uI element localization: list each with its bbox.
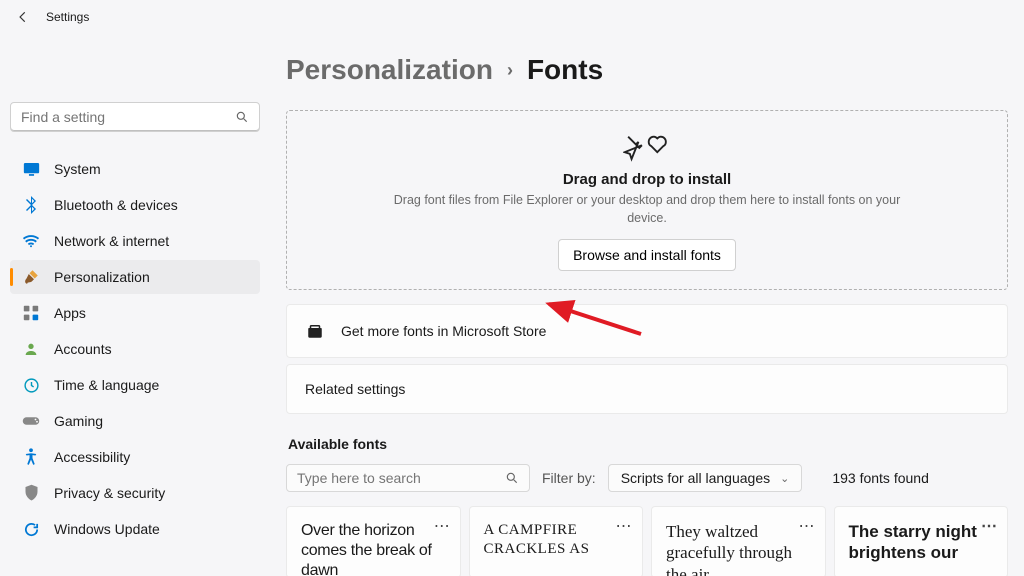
filter-row: Filter by: Scripts for all languages ⌄ 1… — [286, 464, 1008, 492]
sidebar-item-network[interactable]: Network & internet — [10, 224, 260, 258]
font-search[interactable] — [286, 464, 530, 492]
font-card[interactable]: ⋯ A campfire crackles as — [469, 506, 644, 576]
sidebar-item-personalization[interactable]: Personalization — [10, 260, 260, 294]
sidebar: System Bluetooth & devices Network & int… — [0, 30, 270, 576]
wifi-icon — [22, 232, 40, 250]
user-block — [10, 40, 260, 100]
shield-icon — [22, 484, 40, 502]
dropzone-icon — [623, 129, 671, 165]
chevron-right-icon: › — [507, 60, 513, 81]
sidebar-item-label: Bluetooth & devices — [54, 197, 178, 213]
paintbrush-icon — [22, 268, 40, 286]
store-row-label: Get more fonts in Microsoft Store — [341, 323, 546, 339]
more-icon[interactable]: ⋯ — [799, 517, 815, 537]
sidebar-item-label: Accessibility — [54, 449, 130, 465]
sidebar-item-label: System — [54, 161, 101, 177]
font-sample: They waltzed gracefully through the air — [666, 522, 792, 576]
filter-dropdown[interactable]: Scripts for all languages ⌄ — [608, 464, 803, 492]
sidebar-search[interactable] — [10, 102, 260, 132]
font-search-input[interactable] — [297, 470, 505, 486]
more-icon[interactable]: ⋯ — [981, 517, 997, 537]
person-icon — [22, 340, 40, 358]
breadcrumb: Personalization › Fonts — [286, 54, 1008, 86]
sidebar-item-accounts[interactable]: Accounts — [10, 332, 260, 366]
font-card[interactable]: ⋯ The starry night brightens our — [834, 506, 1009, 576]
titlebar: Settings — [0, 0, 1024, 30]
font-card[interactable]: ⋯ Over the horizon comes the break of da… — [286, 506, 461, 576]
sidebar-item-label: Windows Update — [54, 521, 160, 537]
apps-icon — [22, 304, 40, 322]
dropzone-subtitle: Drag font files from File Explorer or yo… — [387, 192, 907, 227]
sidebar-search-input[interactable] — [21, 109, 235, 125]
store-icon — [305, 321, 325, 341]
more-icon[interactable]: ⋯ — [616, 517, 633, 537]
sidebar-item-time[interactable]: Time & language — [10, 368, 260, 402]
filter-value: Scripts for all languages — [621, 470, 770, 486]
font-card[interactable]: ⋯ They waltzed gracefully through the ai… — [651, 506, 826, 576]
dropzone-title: Drag and drop to install — [307, 171, 987, 188]
font-sample: The starry night brightens our — [849, 522, 977, 562]
titlebar-title: Settings — [46, 10, 89, 24]
breadcrumb-current: Fonts — [527, 54, 603, 86]
available-fonts-title: Available fonts — [288, 436, 1008, 452]
browse-fonts-button[interactable]: Browse and install fonts — [558, 239, 736, 271]
sidebar-item-privacy[interactable]: Privacy & security — [10, 476, 260, 510]
search-icon — [235, 110, 249, 124]
font-sample: A campfire crackles as — [484, 522, 590, 557]
gaming-icon — [22, 412, 40, 430]
chevron-down-icon: ⌄ — [780, 472, 789, 485]
sidebar-item-label: Privacy & security — [54, 485, 165, 501]
sidebar-item-label: Apps — [54, 305, 86, 321]
sidebar-item-label: Time & language — [54, 377, 159, 393]
font-sample: Over the horizon comes the break of dawn — [301, 522, 432, 576]
accessibility-icon — [22, 448, 40, 466]
dropzone[interactable]: Drag and drop to install Drag font files… — [286, 110, 1008, 290]
main-content: Personalization › Fonts Drag and drop to… — [270, 30, 1024, 576]
sidebar-item-accessibility[interactable]: Accessibility — [10, 440, 260, 474]
sidebar-item-bluetooth[interactable]: Bluetooth & devices — [10, 188, 260, 222]
related-settings-row[interactable]: Related settings — [286, 364, 1008, 414]
sidebar-item-system[interactable]: System — [10, 152, 260, 186]
sidebar-item-gaming[interactable]: Gaming — [10, 404, 260, 438]
fonts-count: 193 fonts found — [832, 470, 929, 486]
more-icon[interactable]: ⋯ — [434, 517, 450, 537]
sidebar-item-apps[interactable]: Apps — [10, 296, 260, 330]
sidebar-item-label: Gaming — [54, 413, 103, 429]
search-icon — [505, 471, 519, 485]
sidebar-item-label: Network & internet — [54, 233, 169, 249]
breadcrumb-parent[interactable]: Personalization — [286, 54, 493, 86]
store-row[interactable]: Get more fonts in Microsoft Store — [286, 304, 1008, 358]
update-icon — [22, 520, 40, 538]
filter-label: Filter by: — [542, 470, 596, 486]
font-grid: ⋯ Over the horizon comes the break of da… — [286, 506, 1008, 576]
clock-icon — [22, 376, 40, 394]
bluetooth-icon — [22, 196, 40, 214]
sidebar-item-update[interactable]: Windows Update — [10, 512, 260, 546]
sidebar-item-label: Personalization — [54, 269, 150, 285]
back-arrow-icon[interactable] — [16, 10, 30, 24]
display-icon — [22, 160, 40, 178]
related-settings-label: Related settings — [305, 381, 405, 397]
sidebar-item-label: Accounts — [54, 341, 112, 357]
